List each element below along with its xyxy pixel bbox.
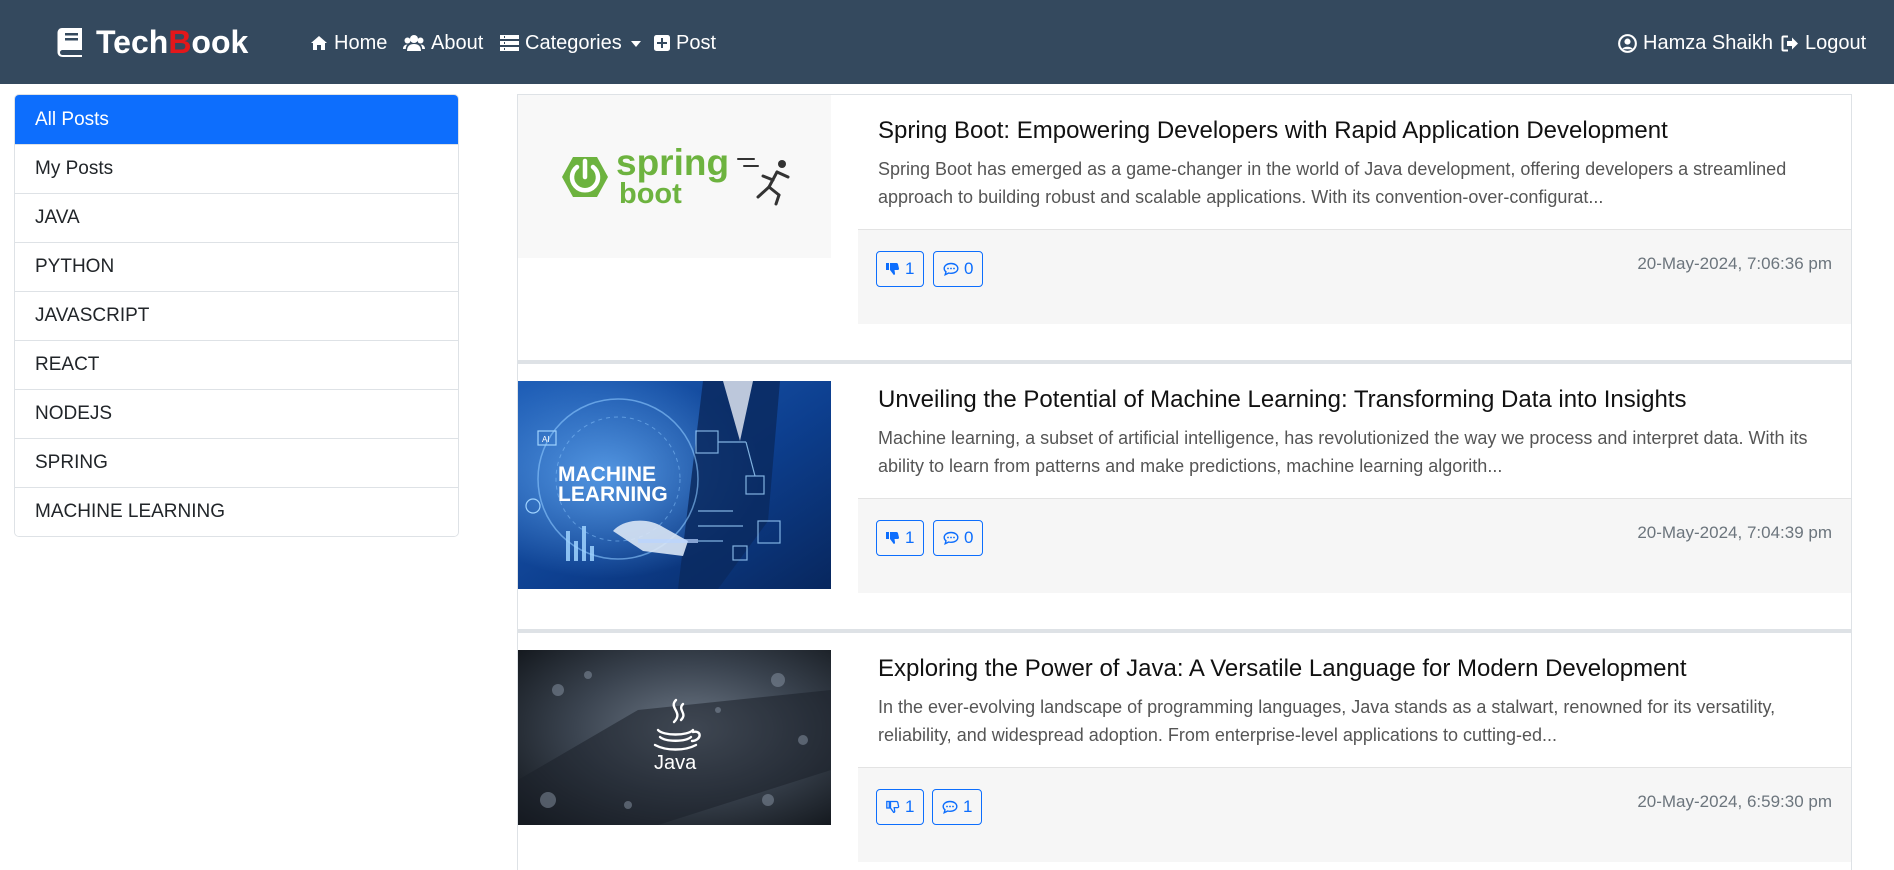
post-date: 20-May-2024, 6:59:30 pm <box>1637 792 1832 811</box>
users-icon <box>403 35 425 51</box>
comment-button[interactable]: 1 <box>932 789 983 825</box>
sidebar-item-python[interactable]: PYTHON <box>15 242 458 291</box>
like-button[interactable]: 1 <box>876 251 925 287</box>
post-thumbnail-spring-boot[interactable]: spring boot <box>518 95 831 258</box>
post-date: 20-May-2024, 7:04:39 pm <box>1637 523 1832 542</box>
sidebar-item-javascript[interactable]: JAVASCRIPT <box>15 291 458 340</box>
like-count: 1 <box>905 797 915 816</box>
brand-logo[interactable]: Tech Book <box>56 24 248 60</box>
nav-about[interactable]: About <box>403 30 483 56</box>
sidebar-item-nodejs[interactable]: NODEJS <box>15 389 458 438</box>
brand-text-1: Tech <box>96 23 169 60</box>
comment-icon <box>943 531 959 545</box>
thumbs-down-filled-icon <box>886 532 900 544</box>
comment-icon <box>942 800 958 814</box>
like-button[interactable]: 1 <box>876 789 925 825</box>
brand-text-accent: B <box>168 23 192 60</box>
sidebar-item-react[interactable]: REACT <box>15 340 458 389</box>
ml-text-line2: LEARNING <box>558 483 668 506</box>
like-count: 1 <box>905 259 915 278</box>
plus-square-icon <box>654 35 670 51</box>
nav-home[interactable]: Home <box>310 30 387 56</box>
sidebar-item-java[interactable]: JAVA <box>15 193 458 242</box>
sidebar-item-my-posts[interactable]: My Posts <box>15 144 458 193</box>
sidebar-item-machine-learning[interactable]: MACHINE LEARNING <box>15 487 458 536</box>
nav-logout[interactable]: Logout <box>1781 30 1866 56</box>
post-thumbnail-java[interactable]: Java <box>518 650 831 825</box>
post-excerpt: Spring Boot has emerged as a game-change… <box>878 159 1787 207</box>
user-circle-icon <box>1618 33 1637 53</box>
chevron-down-icon <box>630 41 641 47</box>
comment-count: 0 <box>964 528 974 547</box>
nav-user-profile[interactable]: Hamza Shaikh <box>1618 30 1773 56</box>
nav-logout-label: Logout <box>1805 31 1867 54</box>
comment-count: 1 <box>963 797 973 816</box>
post-excerpt: Machine learning, a subset of artificial… <box>878 428 1808 476</box>
java-logo-text: Java <box>654 752 697 774</box>
sidebar-item-all-posts[interactable]: All Posts <box>15 95 458 144</box>
post-title[interactable]: Unveiling the Potential of Machine Learn… <box>878 386 1686 414</box>
sidebar-item-spring[interactable]: SPRING <box>15 438 458 487</box>
post-card: Java Exploring the Power of Java: A Vers… <box>517 632 1852 870</box>
nav-categories-label: Categories <box>525 31 622 54</box>
top-navbar: Tech Book Home About Categories Post Hamz… <box>0 0 1894 84</box>
post-title[interactable]: Spring Boot: Empowering Developers with … <box>878 117 1668 145</box>
ml-ai-text: AI <box>542 435 550 444</box>
post-card: AI MACHINE LEARNING Unveiling the Potent… <box>517 363 1852 632</box>
home-icon <box>311 36 327 50</box>
post-title[interactable]: Exploring the Power of Java: A Versatile… <box>878 655 1687 683</box>
post-thumbnail-machine-learning[interactable]: AI MACHINE LEARNING <box>518 381 831 589</box>
category-list: All Posts My Posts JAVA PYTHON JAVASCRIP… <box>14 94 459 537</box>
brand-text-2: ook <box>191 23 249 60</box>
comment-count: 0 <box>964 259 974 278</box>
book-icon <box>57 28 82 57</box>
nav-home-label: Home <box>334 31 388 54</box>
sign-out-icon <box>1781 35 1798 51</box>
list-icon <box>500 35 519 51</box>
nav-post-label: Post <box>676 31 717 54</box>
post-card: spring boot Spring Boot: Empowering Deve… <box>517 94 1852 363</box>
post-date: 20-May-2024, 7:06:36 pm <box>1637 254 1832 273</box>
post-feed: spring boot Spring Boot: Empowering Deve… <box>517 94 1852 870</box>
comment-button[interactable]: 0 <box>933 251 984 287</box>
comment-icon <box>943 262 959 276</box>
post-footer: 1 0 20-May-2024, 7:06:36 pm <box>858 229 1851 324</box>
spring-logo-text: spring <box>616 142 729 183</box>
nav-post[interactable]: Post <box>654 30 716 56</box>
like-button[interactable]: 1 <box>876 520 925 556</box>
boot-logo-text: boot <box>619 178 682 210</box>
like-count: 1 <box>905 528 915 547</box>
comment-button[interactable]: 0 <box>933 520 984 556</box>
nav-user-name: Hamza Shaikh <box>1643 31 1774 54</box>
post-footer: 1 1 20-May-2024, 6:59:30 pm <box>858 767 1851 862</box>
thumbs-down-filled-icon <box>886 263 900 275</box>
nav-categories-dropdown[interactable]: Categories <box>500 30 641 56</box>
thumbs-down-outline-icon <box>886 800 900 814</box>
post-excerpt: In the ever-evolving landscape of progra… <box>878 697 1776 745</box>
nav-about-label: About <box>431 31 484 54</box>
post-footer: 1 0 20-May-2024, 7:04:39 pm <box>858 498 1851 593</box>
